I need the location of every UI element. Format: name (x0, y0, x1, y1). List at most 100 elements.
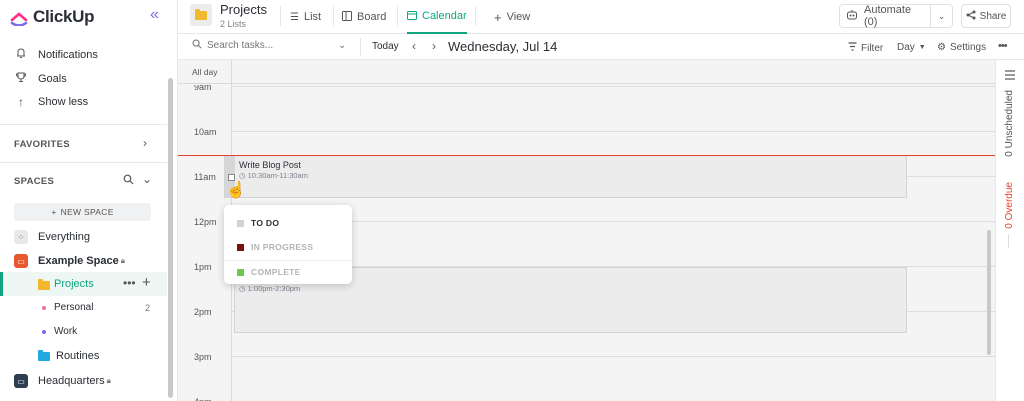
chevron-down-icon[interactable]: ⌄ (338, 40, 346, 51)
hour-label: 1pm (194, 262, 212, 272)
share-button[interactable]: Share (961, 4, 1011, 28)
lock-icon: 🔒︎ (120, 256, 125, 265)
status-swatch (237, 243, 244, 251)
folder-icon (195, 8, 207, 20)
grid-icon: ⁘ (14, 230, 28, 244)
page-title[interactable]: Projects (220, 2, 267, 17)
more-icon[interactable]: ••• (123, 276, 136, 290)
bell-icon (14, 47, 28, 62)
clock-icon: ◷ (239, 171, 246, 180)
search-box[interactable] (192, 39, 337, 52)
all-day-label: All day (192, 67, 218, 77)
today-button[interactable]: Today (372, 41, 399, 52)
list-dot-icon (42, 329, 46, 334)
divider (397, 6, 398, 26)
plus-icon[interactable]: + (142, 274, 151, 291)
robot-icon (846, 9, 858, 24)
clickup-logo-icon (10, 12, 28, 26)
chevron-down-icon[interactable]: ⌄ (142, 172, 152, 186)
hand-cursor-icon: ☝ (226, 182, 246, 199)
tab-board[interactable]: Board (342, 0, 386, 34)
event-title: Write Blog Post (239, 160, 301, 170)
sidebar-item-headquarters[interactable]: ▭ Headquarters 🔒︎ (14, 374, 111, 388)
hour-label: 10am (194, 127, 217, 137)
search-input[interactable] (207, 40, 337, 51)
hour-label: 3pm (194, 352, 212, 362)
hour-line (231, 86, 995, 87)
toolbar: ⌄ Today ‹ › Wednesday, Jul 14 Filter Day… (178, 34, 1024, 60)
project-folder-badge[interactable] (190, 4, 212, 26)
more-icon[interactable]: ••• (998, 40, 1008, 52)
overdue-tab[interactable]: 0 Overdue (1004, 182, 1015, 229)
list-icon: ☰ (290, 11, 299, 23)
sidebar-item-label: Headquarters (38, 375, 105, 387)
list-item-personal[interactable]: Personal (42, 302, 93, 313)
new-space-button[interactable]: + NEW SPACE (14, 203, 151, 221)
spaces-heading: SPACES (14, 176, 55, 187)
list-count: 2 (145, 303, 151, 313)
event-time: ◷ 1:00pm-2:30pm (239, 284, 300, 293)
automate-label: Automate (0) (864, 4, 912, 28)
automate-button[interactable]: Automate (0) ⌄ (839, 4, 953, 28)
sidebar-item-label: Show less (38, 96, 89, 108)
tab-calendar[interactable]: Calendar (407, 0, 467, 34)
status-option-todo[interactable]: TO DO (224, 211, 352, 235)
sidebar-item-routines[interactable]: Routines (38, 349, 99, 362)
chevron-down-icon[interactable]: ⌄ (931, 11, 952, 22)
view-mode-select[interactable]: Day ▼ (897, 42, 926, 53)
all-day-row[interactable]: All day (178, 60, 995, 84)
calendar-scrollbar[interactable] (987, 230, 991, 355)
sidebar-item-example-space[interactable]: ▭ Example Space 🔒︎ (14, 254, 125, 268)
menu-icon[interactable] (1005, 70, 1015, 82)
sidebar-item-label: Goals (38, 72, 67, 85)
event-time: ◷ 10:30am-11:30am (239, 171, 308, 180)
tab-label: List (303, 11, 322, 23)
current-time-line (178, 155, 995, 156)
search-icon[interactable] (123, 174, 134, 188)
hour-line (231, 131, 995, 132)
divider (333, 6, 334, 26)
status-label: TO DO (251, 218, 280, 228)
settings-button[interactable]: ⚙ Settings (937, 42, 986, 53)
chevron-right-icon[interactable]: › (432, 39, 436, 53)
clock-icon: ◷ (239, 284, 246, 293)
list-item-work[interactable]: Work (42, 326, 77, 337)
trophy-icon (14, 71, 28, 86)
hour-label: 11am (194, 172, 216, 182)
status-option-in-progress[interactable]: IN PROGRESS (224, 235, 352, 259)
arrow-up-icon: ↑ (18, 95, 24, 109)
favorites-heading[interactable]: FAVORITES (14, 139, 70, 150)
tab-label: Calendar (422, 10, 467, 22)
tab-list[interactable]: ☰ List (290, 0, 321, 34)
hour-label: 2pm (194, 307, 212, 317)
event-write-blog-post[interactable]: Write Blog Post ◷ 10:30am-11:30am (224, 155, 907, 198)
sidebar-item-projects[interactable]: Projects ••• + (0, 272, 167, 296)
sidebar-scrollbar[interactable] (168, 78, 173, 398)
list-item-label: Personal (54, 302, 94, 313)
folder-icon (38, 349, 50, 361)
unscheduled-tab[interactable]: 0 Unscheduled (1004, 90, 1015, 157)
share-label: Share (979, 10, 1007, 22)
sidebar-item-label: Everything (38, 231, 90, 243)
caret-down-icon: ▼ (918, 44, 926, 51)
filter-label: Filter (861, 42, 884, 54)
sidebar-item-notifications[interactable]: Notifications (14, 47, 98, 62)
sidebar-item-show-less[interactable]: ↑ Show less (14, 95, 88, 109)
sidebar-item-label: Notifications (38, 48, 98, 61)
space-icon: ▭ (14, 374, 28, 388)
folder-icon (38, 279, 50, 290)
plus-icon: + (51, 207, 57, 217)
sidebar-item-goals[interactable]: Goals (14, 71, 67, 86)
board-icon (342, 10, 352, 24)
chevron-left-icon[interactable]: ‹ (412, 39, 416, 53)
filter-icon (848, 42, 857, 54)
filter-button[interactable]: Filter (848, 42, 883, 54)
clickup-logo[interactable]: ClickUp (10, 7, 95, 27)
add-view-button[interactable]: + View (494, 0, 530, 34)
sidebar-item-everything[interactable]: ⁘ Everything (14, 230, 90, 244)
add-view-label: View (506, 11, 531, 23)
chevron-right-icon[interactable]: › (143, 136, 147, 150)
tab-label: Board (357, 11, 387, 23)
collapse-sidebar-icon[interactable]: « (150, 6, 159, 24)
status-option-complete[interactable]: COMPLETE (224, 260, 352, 284)
